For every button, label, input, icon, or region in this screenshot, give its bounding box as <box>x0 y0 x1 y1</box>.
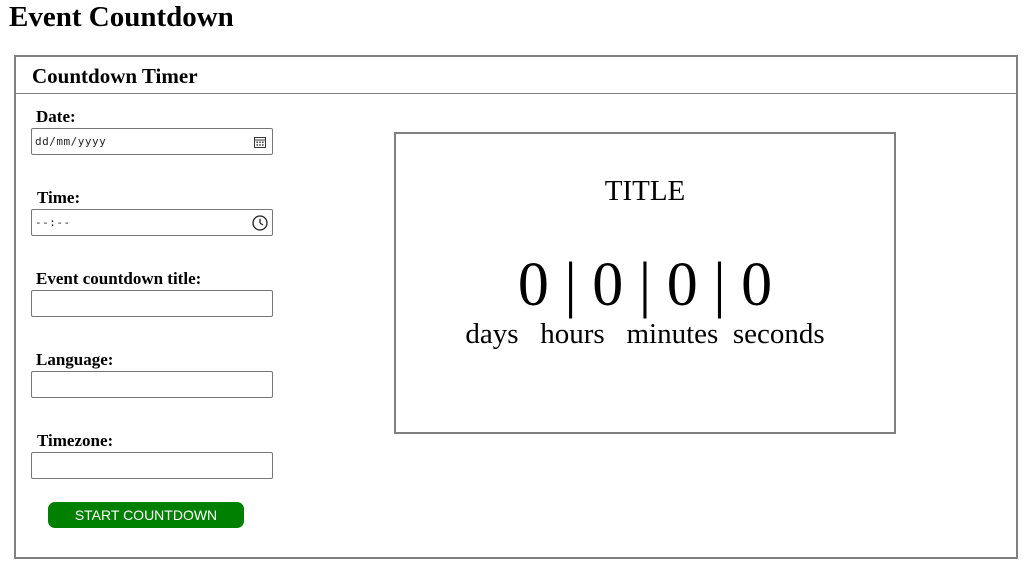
date-label: Date: <box>36 107 76 126</box>
date-input[interactable]: dd/mm/yyyy <box>31 128 273 155</box>
page-title: Event Countdown <box>9 1 234 33</box>
separator: | <box>638 251 652 319</box>
hours-unit: hours <box>540 318 605 350</box>
language-input[interactable] <box>31 371 273 398</box>
seconds-value: 0 <box>741 251 773 319</box>
days-unit: days <box>465 318 519 350</box>
event-title-label: Event countdown title: <box>36 269 202 288</box>
hours-value: 0 <box>592 251 624 319</box>
timezone-label: Timezone: <box>37 431 114 450</box>
minutes-unit: minutes <box>626 318 719 350</box>
panel-title: Countdown Timer <box>32 64 198 88</box>
seconds-unit: seconds <box>732 318 825 350</box>
countdown-display: TITLE 0 | 0 | 0 | 0 days hours minutes s… <box>394 132 896 434</box>
separator: | <box>564 251 577 319</box>
minutes-value: 0 <box>666 251 698 319</box>
event-title-input[interactable] <box>31 290 273 317</box>
panel-header: Countdown Timer <box>16 57 1016 94</box>
date-input-value: dd/mm/yyyy <box>35 135 107 148</box>
time-input[interactable]: --:-- <box>31 209 273 236</box>
clock-icon[interactable] <box>251 214 269 232</box>
language-label: Language: <box>36 350 114 369</box>
countdown-panel: Countdown Timer Date: dd/mm/yyyy Time: -… <box>14 55 1018 559</box>
timezone-input[interactable] <box>31 452 273 479</box>
days-value: 0 <box>517 251 549 319</box>
countdown-units: days hours minutes seconds <box>396 317 894 351</box>
time-input-value: --:-- <box>35 216 71 229</box>
separator: | <box>713 251 726 319</box>
calendar-icon[interactable] <box>251 133 269 151</box>
time-label: Time: <box>37 188 81 207</box>
countdown-title: TITLE <box>604 175 686 207</box>
start-countdown-button[interactable]: START COUNTDOWN <box>48 502 244 528</box>
countdown-digits: 0 | 0 | 0 | 0 <box>396 252 894 318</box>
